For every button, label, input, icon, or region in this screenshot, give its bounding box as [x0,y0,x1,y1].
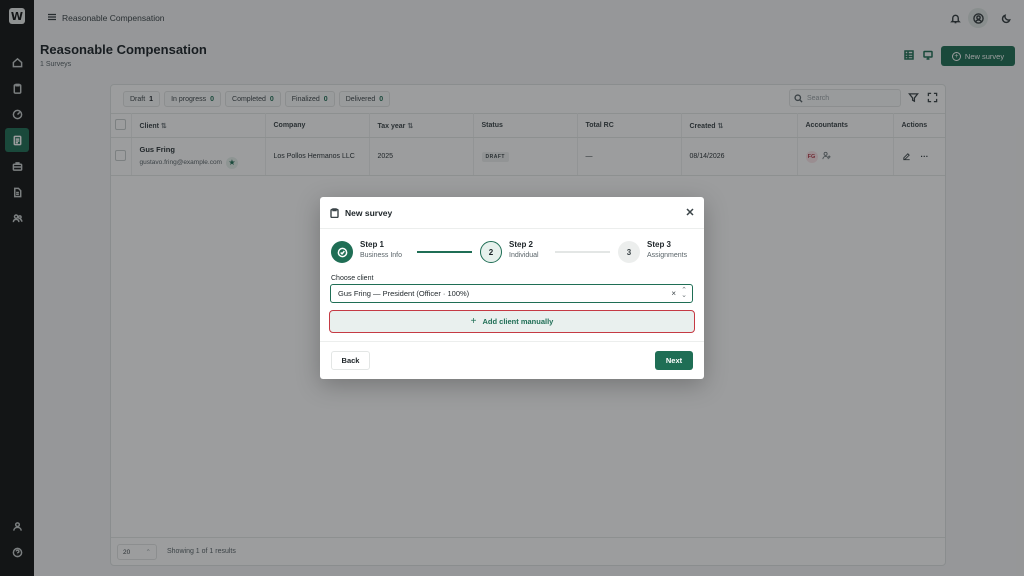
step-3-sub: Assignments [647,252,688,259]
client-select[interactable]: Gus Fring — President (Officer · 100%) ×… [330,284,693,303]
add-client-manually-button[interactable]: + Add client manually [329,310,695,333]
dialog-footer [320,341,704,379]
dialog-title: New survey [345,208,393,218]
step-3-label: Step 3 [647,240,672,249]
clear-icon[interactable]: × [671,289,676,298]
plus-icon: + [470,316,477,327]
step-2-sub: Individual [509,252,539,259]
step-1-check-icon [331,241,353,263]
new-survey-dialog: New survey Step 1 Business Info 2 Step 2… [320,197,704,379]
dialog-header: New survey [320,197,704,229]
step-2-label: Step 2 [509,240,534,249]
step-3-indicator: 3 [618,241,640,263]
back-button[interactable]: Back [331,351,370,370]
step-connector-1 [417,251,472,253]
step-1-sub: Business Info [360,252,403,259]
step-2-indicator: 2 [480,241,502,263]
choose-client-label: Choose client [331,275,374,282]
clipboard-icon [330,208,340,219]
step-1-label: Step 1 [360,240,385,249]
next-button[interactable]: Next [655,351,693,370]
step-connector-2 [555,251,610,253]
add-client-manually-label: Add client manually [482,317,554,326]
selected-client: Gus Fring — President (Officer · 100%) [338,289,470,298]
close-icon[interactable] [686,208,696,218]
chevron-updown-icon[interactable]: ⌃ ⌄ [681,287,687,299]
